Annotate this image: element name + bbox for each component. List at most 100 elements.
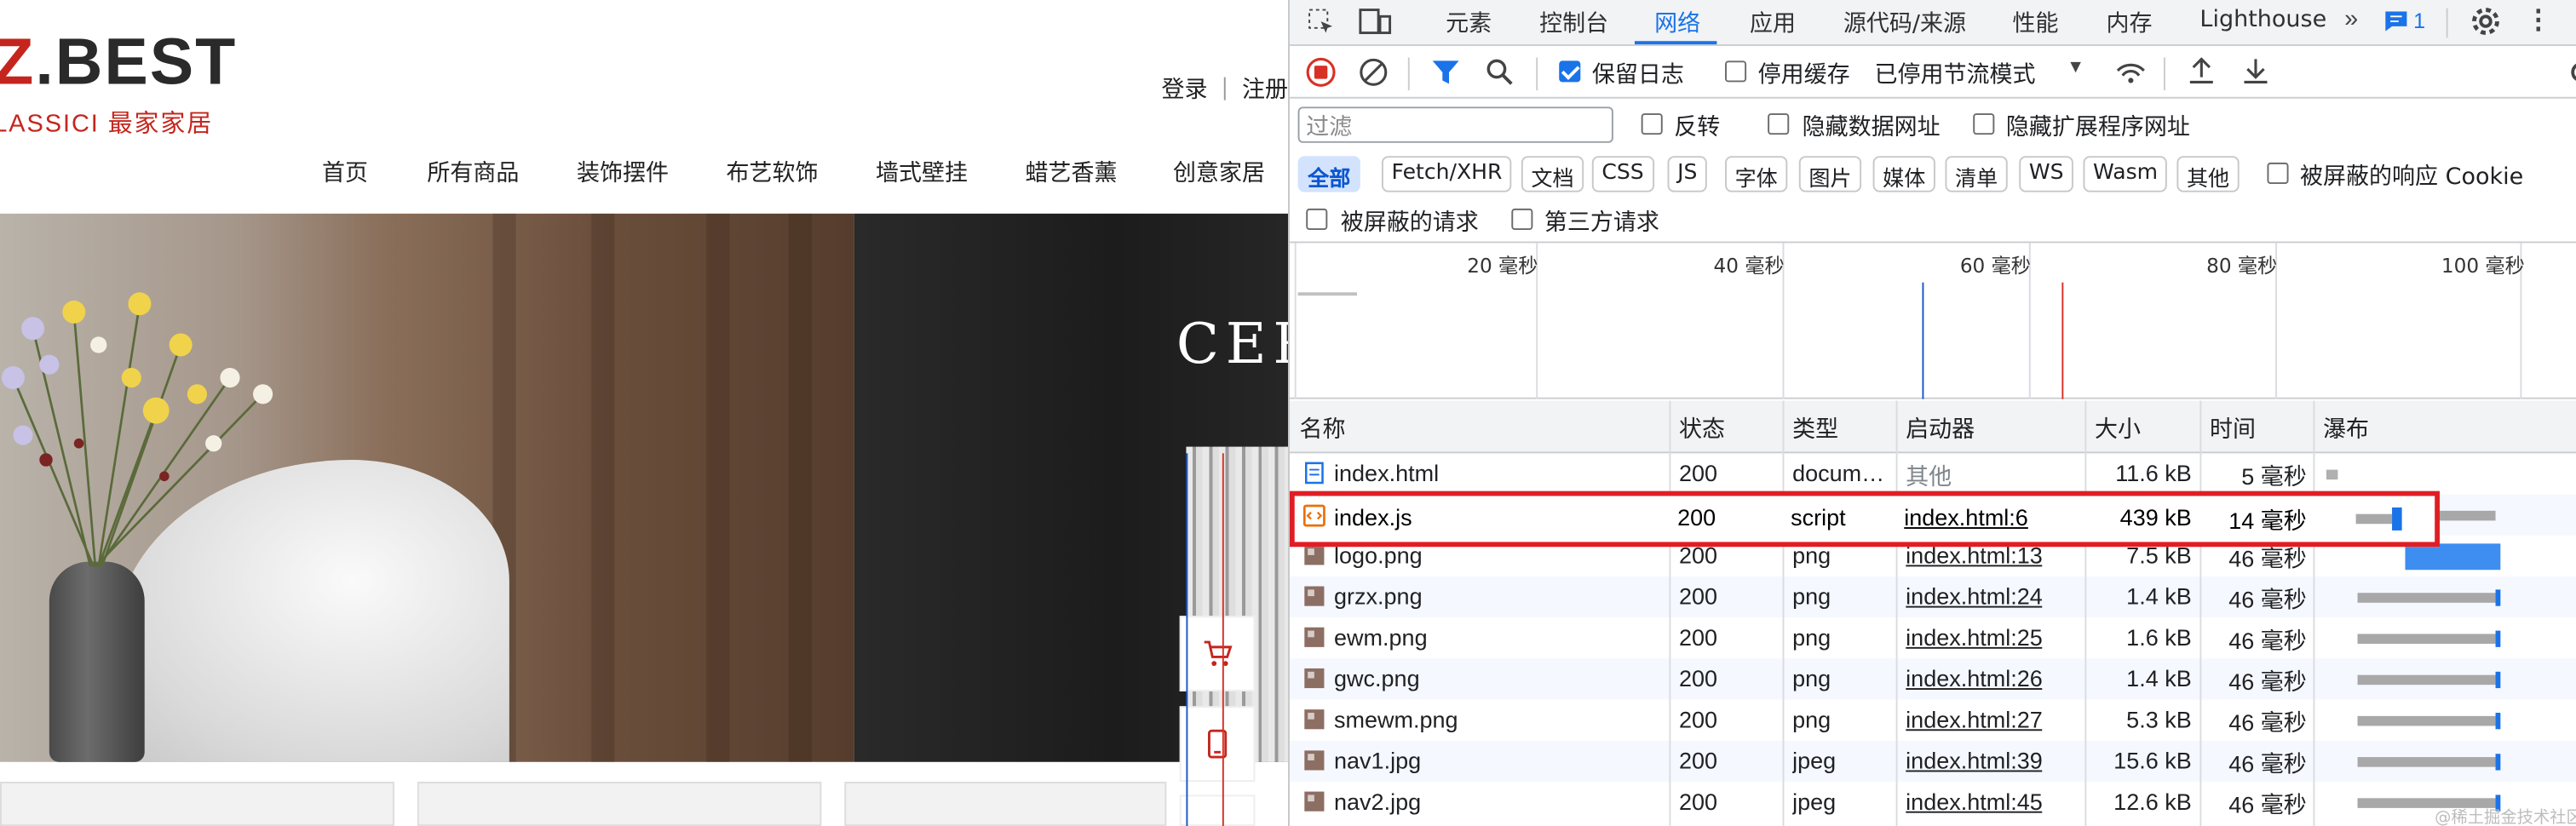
tab-memory[interactable]: 内存 [2106,7,2152,40]
filter-funnel-icon[interactable] [1431,58,1461,88]
tab-application[interactable]: 应用 [1750,7,1796,40]
tab-sources[interactable]: 源代码/来源 [1843,7,1966,40]
type-filter-doc[interactable]: 文档 [1521,156,1584,192]
filter-input[interactable]: 过滤 [1297,106,1613,143]
request-name[interactable]: index.js [1334,504,1412,531]
type-filter-img[interactable]: 图片 [1798,156,1862,192]
type-filter-css[interactable]: CSS [1591,156,1654,192]
invert-checkbox[interactable] [1641,113,1663,135]
col-name[interactable]: 名称 [1300,412,1346,445]
request-initiator[interactable]: index.html:27 [1906,706,2043,732]
cart-button[interactable] [1179,616,1256,691]
nav-all-products[interactable]: 所有商品 [427,156,519,189]
col-type[interactable]: 类型 [1792,412,1838,445]
side-button-partial[interactable] [1179,794,1256,826]
type-filter-fetch-xhr[interactable]: Fetch/XHR [1381,156,1512,192]
network-settings-icon[interactable] [2567,58,2576,88]
export-har-icon[interactable] [2241,56,2271,86]
issues-count[interactable]: 1 [2413,9,2425,33]
devtools-tabbar: 元素 控制台 网络 应用 源代码/来源 性能 内存 Lighthouse » 1… [1289,0,2576,47]
hide-data-urls-checkbox[interactable] [1768,113,1790,135]
tab-elements[interactable]: 元素 [1446,7,1492,40]
request-name[interactable]: index.html [1334,460,1663,486]
request-initiator[interactable]: index.html:25 [1906,624,2043,651]
network-conditions-icon[interactable] [2114,58,2148,88]
chevron-down-icon[interactable]: ▼ [2067,58,2084,77]
timeline-overview[interactable]: 20 毫秒 40 毫秒 60 毫秒 80 毫秒 100 毫秒 [1289,243,2576,399]
search-icon[interactable] [1485,58,1515,88]
type-filter-font[interactable]: 字体 [1725,156,1788,192]
third-party-checkbox[interactable] [1511,208,1533,231]
table-row[interactable]: gwc.png 200 png index.html:26 1.4 kB 46 毫秒 [1289,658,2576,700]
type-filter-media[interactable]: 媒体 [1872,156,1935,192]
col-waterfall[interactable]: 瀑布 [2323,412,2369,445]
tab-performance[interactable]: 性能 [2013,7,2059,40]
request-name[interactable]: smewm.png [1334,706,1663,732]
preserve-log-checkbox[interactable] [1559,60,1581,83]
blocked-requests-checkbox[interactable] [1306,208,1328,231]
nav-candles[interactable]: 蜡艺香薰 [1025,156,1117,189]
issues-icon[interactable] [2383,10,2408,33]
settings-gear-icon[interactable] [2470,5,2503,38]
nav-textiles[interactable]: 布艺软饰 [726,156,818,189]
register-link[interactable]: 注册 [1242,77,1288,104]
table-row[interactable]: index.html 200 docum… 其他 11.6 kB 5 毫秒 [1290,453,2576,494]
nav-decor[interactable]: 装饰摆件 [577,156,669,189]
login-link[interactable]: 登录 [1162,77,1208,104]
nav-wall-decor[interactable]: 墙式壁挂 [876,156,968,189]
blocked-cookies-label: 被屏蔽的响应 Cookie [2300,163,2524,191]
type-filter-all[interactable]: 全部 [1297,156,1360,192]
nav-creative-home[interactable]: 创意家居 [1173,156,1265,189]
type-filter-manifest[interactable]: 清单 [1945,156,2008,192]
type-filter-ws[interactable]: WS [2019,156,2074,192]
type-filter-wasm[interactable]: Wasm [2083,156,2168,192]
request-initiator[interactable]: index.html:26 [1906,665,2043,691]
col-time[interactable]: 时间 [2210,412,2256,445]
more-options-icon[interactable]: ⋮ [2525,3,2551,37]
product-thumb-3[interactable] [844,782,1167,826]
request-size: 15.6 kB [2113,747,2192,774]
table-row[interactable]: grzx.png 200 png index.html:24 1.4 kB 46 毫秒 [1289,576,2576,618]
col-status[interactable]: 状态 [1679,412,1725,445]
mobile-button[interactable] [1179,706,1256,783]
inspect-icon[interactable] [1306,7,1336,37]
col-initiator[interactable]: 启动器 [1906,412,1975,445]
table-row[interactable]: nav1.jpg 200 jpeg index.html:39 15.6 kB 46 毫秒 [1289,740,2576,783]
request-initiator[interactable]: index.html:6 [1904,504,2028,531]
request-type: script [1791,504,1846,531]
more-tabs-icon[interactable]: » [2344,5,2358,33]
request-name[interactable]: nav1.jpg [1334,748,1663,774]
throttle-select[interactable]: 已停用节流模式 [1875,58,2036,91]
nav-home[interactable]: 首页 [322,156,368,189]
type-filter-js[interactable]: JS [1667,156,1707,192]
col-size[interactable]: 大小 [2095,412,2141,445]
device-toolbar-icon[interactable] [1359,7,1392,37]
import-har-icon[interactable] [2187,56,2217,86]
table-row[interactable]: smewm.png 200 png index.html:27 5.3 kB 46 毫秒 [1290,700,2576,741]
highlighted-row-index-js[interactable]: index.js 200 script index.html:6 439 kB … [1289,490,2440,548]
tab-network[interactable]: 网络 [1654,7,1700,40]
clear-icon[interactable] [1359,58,1389,88]
blocked-cookies-checkbox[interactable] [2267,162,2289,185]
type-filter-other[interactable]: 其他 [2176,156,2240,192]
table-row[interactable]: nav2.jpg 200 jpeg index.html:45 12.6 kB 46 毫秒 [1290,782,2576,823]
request-name[interactable]: nav2.jpg [1334,789,1663,815]
request-initiator[interactable]: index.html:45 [1906,789,2043,815]
tab-lighthouse[interactable]: Lighthouse [2199,7,2326,33]
request-time: 46 毫秒 [2228,586,2307,613]
disable-cache-checkbox[interactable] [1725,60,1747,83]
table-row[interactable]: ewm.png 200 png index.html:25 1.6 kB 46 毫秒 [1290,617,2576,658]
tab-console[interactable]: 控制台 [1539,7,1608,40]
site-logo[interactable]: Z.BEST [0,26,237,100]
divider [1407,57,1410,91]
waterfall-bar [2357,757,2496,767]
hide-extension-urls-checkbox[interactable] [1973,113,1995,135]
request-initiator[interactable]: index.html:39 [1906,748,2043,774]
request-initiator[interactable]: index.html:24 [1906,583,2043,610]
product-thumb-2[interactable] [417,782,822,826]
request-name[interactable]: grzx.png [1334,583,1663,610]
record-stop-icon[interactable] [1306,57,1336,88]
request-name[interactable]: gwc.png [1334,665,1663,691]
request-name[interactable]: ewm.png [1334,624,1663,651]
product-thumb-1[interactable] [0,782,394,826]
